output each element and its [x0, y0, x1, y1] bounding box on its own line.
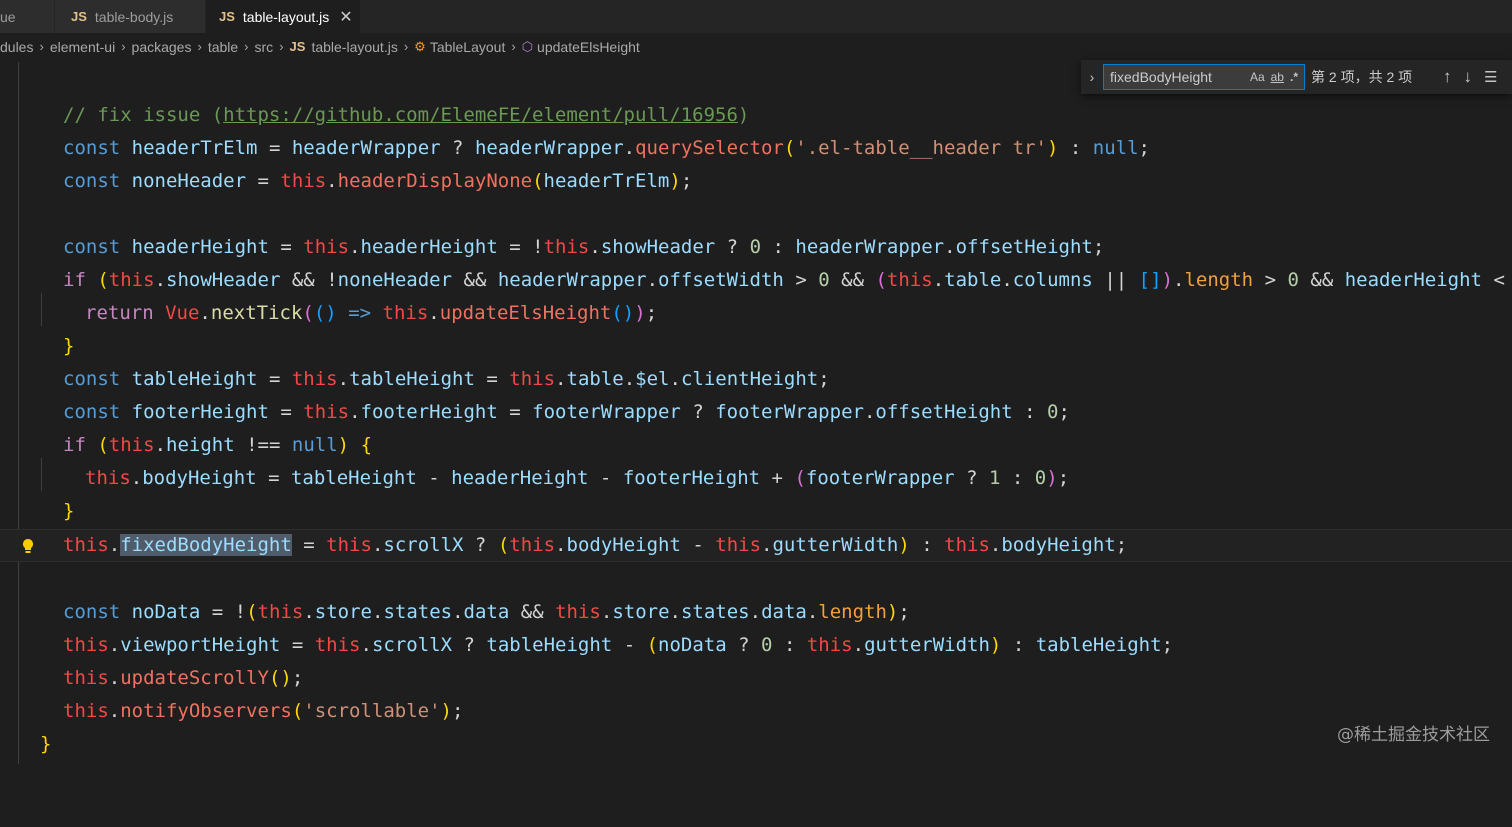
breadcrumb: dules › element-ui › packages › table › …: [0, 33, 1512, 60]
method-icon: ⬡: [521, 38, 534, 54]
code-line: // fix issue (https://github.com/ElemeFE…: [0, 99, 1512, 132]
tab-bar: ue JS table-body.js JS table-layout.js ✕: [0, 0, 1512, 33]
code-line: const tableHeight = this.tableHeight = t…: [63, 368, 830, 390]
whole-word-icon[interactable]: ab: [1271, 70, 1284, 84]
code-line: const headerTrElm = headerWrapper ? head…: [63, 137, 1150, 159]
arrow-up-icon[interactable]: ↑: [1443, 67, 1452, 87]
js-file-icon: JS: [71, 9, 87, 24]
breadcrumb-item[interactable]: updateElsHeight: [537, 39, 640, 55]
code-line: this.notifyObservers('scrollable');: [63, 700, 464, 722]
comment-text: // fix issue (: [63, 104, 224, 126]
breadcrumb-item[interactable]: table-layout.js: [311, 39, 397, 55]
breadcrumb-item[interactable]: element-ui: [50, 39, 115, 55]
watermark: @稀土掘金技术社区: [1337, 725, 1490, 745]
code-line: const noData = !(this.store.states.data …: [63, 601, 910, 623]
search-match-highlight: fixedBodyHeight: [120, 534, 292, 556]
code-line: }: [40, 733, 52, 755]
code-line: const headerHeight = this.headerHeight =…: [63, 236, 1105, 258]
comment-link[interactable]: https://github.com/ElemeFE/element/pull/…: [223, 104, 738, 126]
close-icon[interactable]: ✕: [339, 7, 352, 27]
regex-icon[interactable]: .*: [1290, 70, 1298, 84]
breadcrumb-item[interactable]: table: [208, 39, 238, 55]
code-line: const footerHeight = this.footerHeight =…: [63, 401, 1070, 423]
breadcrumb-item[interactable]: dules: [0, 39, 33, 55]
tab-label: ue: [0, 8, 16, 25]
breadcrumb-item[interactable]: packages: [132, 39, 192, 55]
chevron-right-icon: ›: [279, 39, 284, 54]
code-editor[interactable]: // fix issue (https://github.com/ElemeFE…: [0, 62, 1512, 764]
find-input[interactable]: fixedBodyHeight Aa ab .*: [1103, 64, 1305, 90]
match-case-icon[interactable]: Aa: [1250, 70, 1265, 84]
menu-icon[interactable]: ☰: [1484, 68, 1497, 86]
arrow-down-icon[interactable]: ↓: [1464, 67, 1473, 87]
chevron-right-icon: ›: [121, 39, 126, 54]
class-icon: ⚙: [414, 38, 426, 54]
find-input-value: fixedBodyHeight: [1110, 69, 1212, 85]
find-widget: › fixedBodyHeight Aa ab .* 第 2 项，共 2 项 ↑…: [1081, 60, 1512, 94]
tab-table-layout[interactable]: JS table-layout.js ✕: [206, 0, 361, 33]
current-code-line: this.fixedBodyHeight = this.scrollX ? (t…: [0, 529, 1512, 562]
tab-table-body[interactable]: JS table-body.js: [55, 0, 206, 33]
code-line: if (this.height !== null) {: [63, 434, 373, 456]
code-line: return Vue.nextTick(() => this.updateEls…: [85, 302, 658, 324]
code-line: if (this.showHeader && !noneHeader && he…: [63, 269, 1505, 291]
toggle-replace-button[interactable]: ›: [1081, 69, 1103, 85]
code-line: this.viewportHeight = this.scrollX ? tab…: [63, 634, 1174, 656]
chevron-right-icon: ›: [511, 39, 516, 54]
code-line: }: [63, 335, 75, 357]
tab-vue[interactable]: ue: [0, 0, 55, 33]
chevron-right-icon: ›: [197, 39, 202, 54]
breadcrumb-item[interactable]: TableLayout: [430, 39, 506, 55]
tab-label: table-body.js: [94, 8, 174, 25]
code-line: this.bodyHeight = tableHeight - headerHe…: [85, 467, 1070, 489]
chevron-right-icon: ›: [39, 39, 44, 54]
match-count: 第 2 项，共 2 项: [1311, 69, 1413, 85]
tab-label: table-layout.js: [242, 8, 330, 25]
js-file-icon: JS: [219, 9, 235, 24]
comment-text: ): [737, 104, 750, 126]
breadcrumb-item[interactable]: src: [255, 39, 274, 55]
chevron-right-icon: ›: [403, 39, 409, 54]
js-file-icon: JS: [289, 39, 306, 54]
lightbulb-icon[interactable]: [20, 530, 36, 563]
chevron-right-icon: ›: [244, 39, 249, 54]
code-line: }: [63, 500, 75, 522]
code-line: this.updateScrollY();: [63, 667, 304, 689]
code-line: const noneHeader = this.headerDisplayNon…: [63, 170, 693, 192]
